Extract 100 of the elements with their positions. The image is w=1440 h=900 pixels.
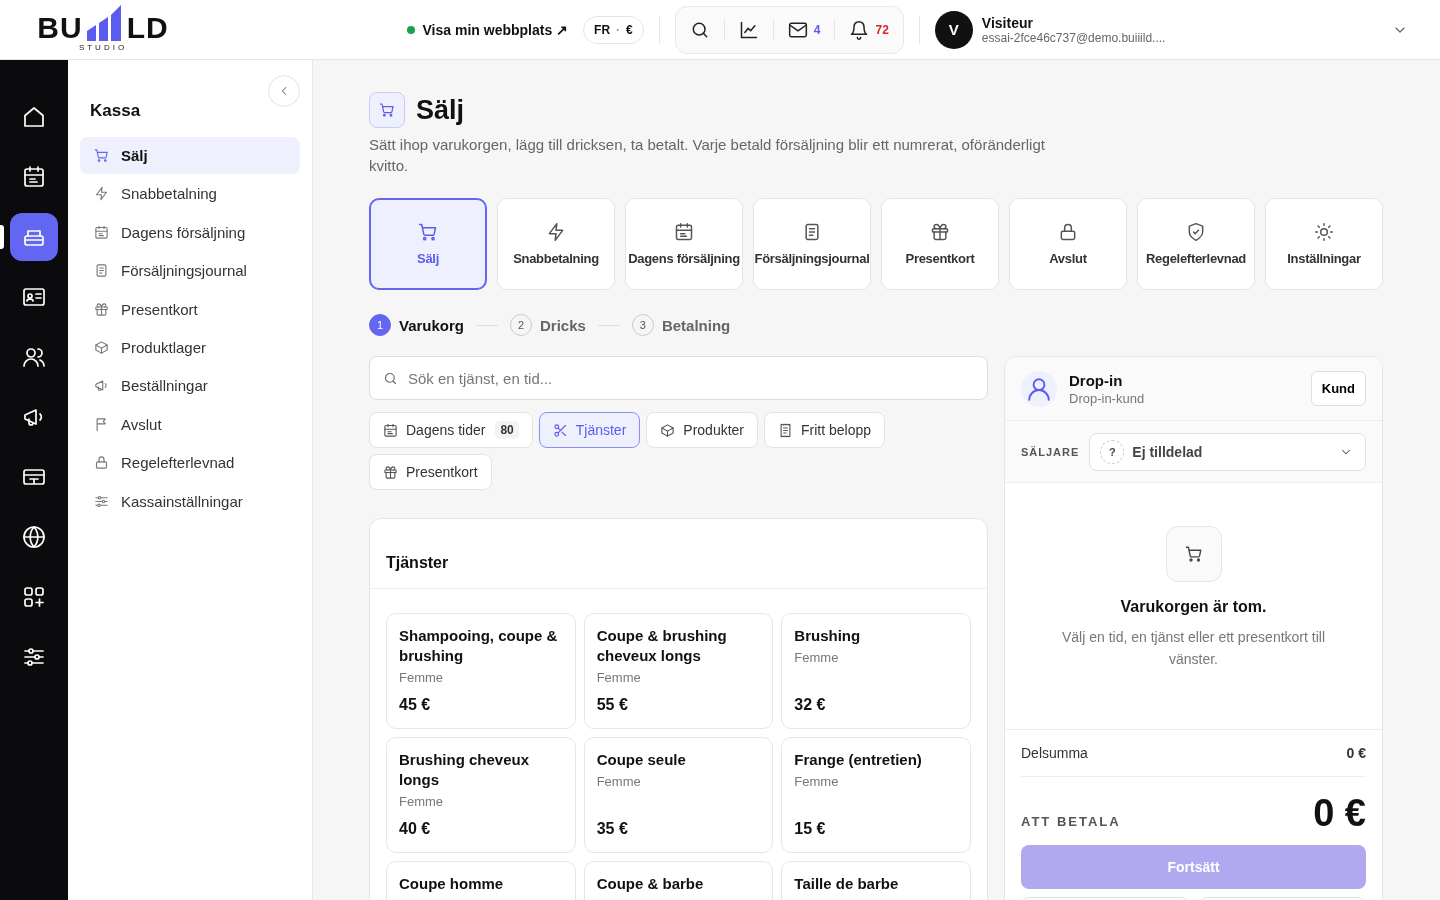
service-name: Shampooing, coupe & brushing: [399, 626, 559, 666]
subtotal-value: 0 €: [1346, 745, 1366, 761]
service-name: Coupe & barbe: [596, 874, 705, 894]
sidebar-item[interactable]: Dagens försäljning: [80, 213, 300, 251]
total-value: 0 €: [1313, 793, 1366, 833]
shortcut-tile[interactable]: Presentkort: [881, 198, 999, 290]
sliders-icon: [94, 493, 109, 509]
service-name: Coupe & brushing cheveux longs: [596, 626, 728, 666]
calendar-icon: [383, 422, 398, 438]
step-label: Dricks: [540, 316, 586, 334]
home-icon: [22, 105, 46, 129]
language-currency-button[interactable]: FR · €: [583, 15, 644, 44]
service-card[interactable]: Brushing cheveux longs Femme 40 €: [386, 737, 576, 853]
service-name: Coupe homme: [399, 874, 505, 894]
gear-icon: [1314, 221, 1334, 242]
flag-icon: [94, 416, 109, 432]
cart-icon: [94, 148, 109, 163]
service-card[interactable]: Coupe homme: [386, 861, 576, 900]
service-category: Femme: [596, 774, 642, 789]
box-icon: [94, 339, 109, 355]
filter-chip[interactable]: Tjänster: [538, 412, 641, 448]
total-label: ATT BETALA: [1021, 814, 1121, 831]
step-label: Varukorg: [399, 316, 465, 334]
lightning-icon: [94, 186, 109, 202]
shortcut-tile[interactable]: Snabbetalning: [497, 198, 615, 290]
avatar: V: [934, 10, 973, 49]
bell-icon: [849, 19, 870, 40]
chart-icon: [738, 19, 759, 40]
sidebar-item[interactable]: Avslut: [80, 405, 300, 443]
service-card[interactable]: Shampooing, coupe & brushing Femme 45 €: [386, 613, 576, 729]
globe-icon: [22, 525, 46, 549]
seller-dropdown[interactable]: ? Ej tilldelad: [1089, 432, 1366, 471]
sidebar-item[interactable]: Försäljningsjournal: [80, 252, 300, 290]
sidebar-item[interactable]: Kassainställningar: [80, 482, 300, 520]
step-label: Betalning: [661, 316, 731, 334]
field-label: SÄLJARE: [1021, 445, 1080, 458]
lock-icon: [94, 455, 109, 471]
subtotal-label: Delsumma: [1021, 745, 1088, 761]
service-price: 45 €: [399, 695, 432, 714]
shortcut-tile[interactable]: Sälj: [369, 198, 487, 290]
service-category: Femme: [399, 670, 445, 685]
sidebar-item[interactable]: Snabbetalning: [80, 175, 300, 213]
service-price: 15 €: [794, 819, 827, 838]
service-category: Femme: [794, 650, 840, 665]
document-icon: [802, 221, 822, 242]
cart-icon: [379, 102, 395, 118]
service-card[interactable]: Brushing Femme 32 €: [781, 613, 971, 729]
section-title: Kassa: [90, 101, 142, 121]
page-title: Sälj: [416, 94, 465, 126]
sliders-icon: [22, 645, 46, 669]
step-number: 1: [369, 314, 391, 336]
shortcut-tile[interactable]: Försäljningsjournal: [753, 198, 871, 290]
shortcut-tile[interactable]: Inställningar: [1265, 198, 1383, 290]
sidebar-item[interactable]: Beställningar: [80, 367, 300, 405]
count-badge: 80: [495, 421, 519, 439]
filter-chip[interactable]: Presentkort: [369, 454, 492, 490]
user-email: essai-2fce46c737@demo.buiiild....: [981, 30, 1166, 45]
filter-chip[interactable]: Produkter: [646, 412, 759, 448]
scissors-icon: [552, 422, 568, 438]
shortcut-tile[interactable]: Dagens försäljning: [625, 198, 743, 290]
service-card[interactable]: Coupe seule Femme 35 €: [583, 737, 774, 853]
panel-title: Tjänster: [386, 554, 449, 572]
document-icon: [94, 263, 109, 279]
service-name: Frange (entretien): [794, 750, 923, 770]
cart-icon: [1184, 545, 1203, 563]
calendar-icon: [22, 165, 46, 189]
service-card[interactable]: Taille de barbe: [781, 861, 971, 900]
service-price: 55 €: [596, 695, 629, 714]
shortcut-tile[interactable]: Avslut: [1009, 198, 1127, 290]
shortcut-tile[interactable]: Regelefterlevnad: [1137, 198, 1255, 290]
logo-text: LD: [126, 15, 169, 41]
sidebar-item[interactable]: Regelefterlevnad: [80, 444, 300, 482]
service-price: 32 €: [794, 695, 827, 714]
sidebar-item[interactable]: Sälj: [80, 137, 300, 174]
customer-button[interactable]: Kund: [1310, 371, 1366, 406]
cart-icon: [418, 221, 438, 242]
lightning-icon: [546, 221, 566, 242]
site-link[interactable]: Visa min webbplats ↗: [422, 21, 569, 38]
nav-button[interactable]: [10, 213, 58, 261]
service-card[interactable]: Frange (entretien) Femme 15 €: [781, 737, 971, 853]
filter-chip[interactable]: Dagens tider 80: [369, 412, 533, 448]
gift-icon: [383, 464, 398, 480]
service-card[interactable]: Coupe & barbe: [583, 861, 774, 900]
sidebar-item[interactable]: Presentkort: [80, 290, 300, 328]
search-field[interactable]: Sök en tjänst, en tid...: [369, 356, 988, 400]
messages-button[interactable]: 4: [785, 17, 823, 42]
active-indicator: [0, 225, 4, 249]
notifications-button[interactable]: 72: [847, 17, 891, 42]
service-category: Femme: [399, 794, 445, 809]
empty-title: Varukorgen är tom.: [1120, 598, 1267, 616]
filter-chip[interactable]: Fritt belopp: [764, 412, 886, 448]
sidebar-item[interactable]: Produktlager: [80, 328, 300, 366]
grid-plus-icon: [22, 585, 46, 609]
megaphone-icon: [94, 378, 109, 394]
service-name: Taille de barbe: [794, 874, 900, 894]
service-card[interactable]: Coupe & brushing cheveux longs Femme 55 €: [583, 613, 774, 729]
gift-icon: [94, 301, 109, 317]
gift-icon: [930, 221, 950, 242]
id-card-icon: [22, 285, 46, 309]
service-name: Brushing: [794, 626, 862, 646]
